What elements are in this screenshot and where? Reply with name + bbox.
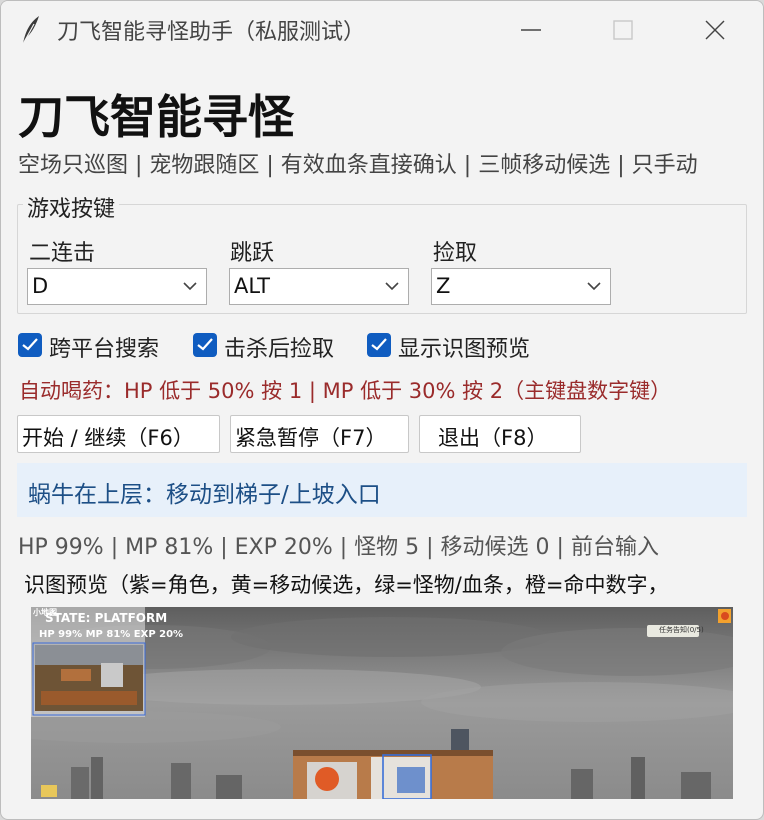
- title-bar[interactable]: 刀飞智能寻怪助手（私服测试）: [1, 1, 763, 59]
- jump-select[interactable]: ALT: [229, 268, 409, 305]
- pickup-after-kill-label: 击杀后捡取: [224, 337, 335, 362]
- start-continue-button[interactable]: 开始 / 继续（F6）: [17, 415, 220, 453]
- window-title: 刀飞智能寻怪助手（私服测试）: [57, 20, 366, 45]
- double-strike-value: D: [32, 274, 49, 298]
- status-message: 蜗牛在上层：移动到梯子/上坡入口: [28, 482, 381, 508]
- show-preview-label: 显示识图预览: [398, 337, 531, 362]
- close-icon: [705, 20, 725, 40]
- preview-legend: 识图预览（紫=角色，黄=移动候选，绿=怪物/血条，橙=命中数字，: [24, 573, 669, 597]
- preview-state-text: STATE: PLATFORM: [45, 611, 168, 625]
- checkbox-checked-icon: [367, 333, 391, 357]
- status-banner: 蜗牛在上层：移动到梯子/上坡入口: [17, 463, 747, 517]
- minimize-button[interactable]: [485, 1, 577, 59]
- preview-stats-text: HP 99% MP 81% EXP 20%: [39, 629, 184, 640]
- exit-button[interactable]: 退出（F8）: [419, 415, 581, 453]
- stats-readout: HP 99% | MP 81% | EXP 20% | 怪物 5 | 移动候选 …: [18, 535, 659, 560]
- minimize-icon: [521, 29, 541, 31]
- pickup-select[interactable]: Z: [431, 268, 611, 305]
- jump-value: ALT: [234, 274, 271, 298]
- emergency-pause-button[interactable]: 紧急暂停（F7）: [230, 415, 409, 453]
- maximize-icon: [613, 20, 633, 40]
- feature-tagline: 空场只巡图 | 宠物跟随区 | 有效血条直接确认 | 三帧移动候选 | 只手动: [18, 153, 698, 178]
- checkbox-checked-icon: [193, 333, 217, 357]
- quest-notice-badge: 任务告知(0/5): [647, 625, 704, 637]
- chevron-down-icon: [183, 282, 197, 291]
- double-strike-select[interactable]: D: [27, 268, 207, 305]
- cross-platform-search-label: 跨平台搜索: [49, 337, 160, 362]
- double-strike-label: 二连击: [29, 241, 96, 266]
- pickup-value: Z: [436, 274, 451, 298]
- chevron-down-icon: [385, 282, 399, 291]
- auto-potion-info: 自动喝药：HP 低于 50% 按 1 | MP 低于 30% 按 2（主键盘数字…: [19, 379, 672, 403]
- recognition-preview-image: 小地图 STATE: PLATFORM HP 99% MP 81% EXP 20…: [31, 607, 733, 799]
- main-content: 刀飞智能寻怪 空场只巡图 | 宠物跟随区 | 有效血条直接确认 | 三帧移动候选…: [1, 59, 763, 819]
- jump-label: 跳跃: [230, 241, 275, 266]
- app-title: 刀飞智能寻怪: [18, 90, 294, 144]
- game-keys-legend: 游戏按键: [23, 191, 120, 223]
- pickup-label: 捡取: [433, 241, 478, 266]
- chevron-down-icon: [587, 282, 601, 291]
- checkbox-checked-icon: [18, 333, 42, 357]
- app-window: 刀飞智能寻怪助手（私服测试） 刀飞智能寻怪 空场只巡图 | 宠物跟随区 | 有效…: [0, 0, 764, 820]
- maximize-button[interactable]: [577, 1, 669, 59]
- close-button[interactable]: [669, 1, 761, 59]
- feather-icon: [19, 15, 41, 45]
